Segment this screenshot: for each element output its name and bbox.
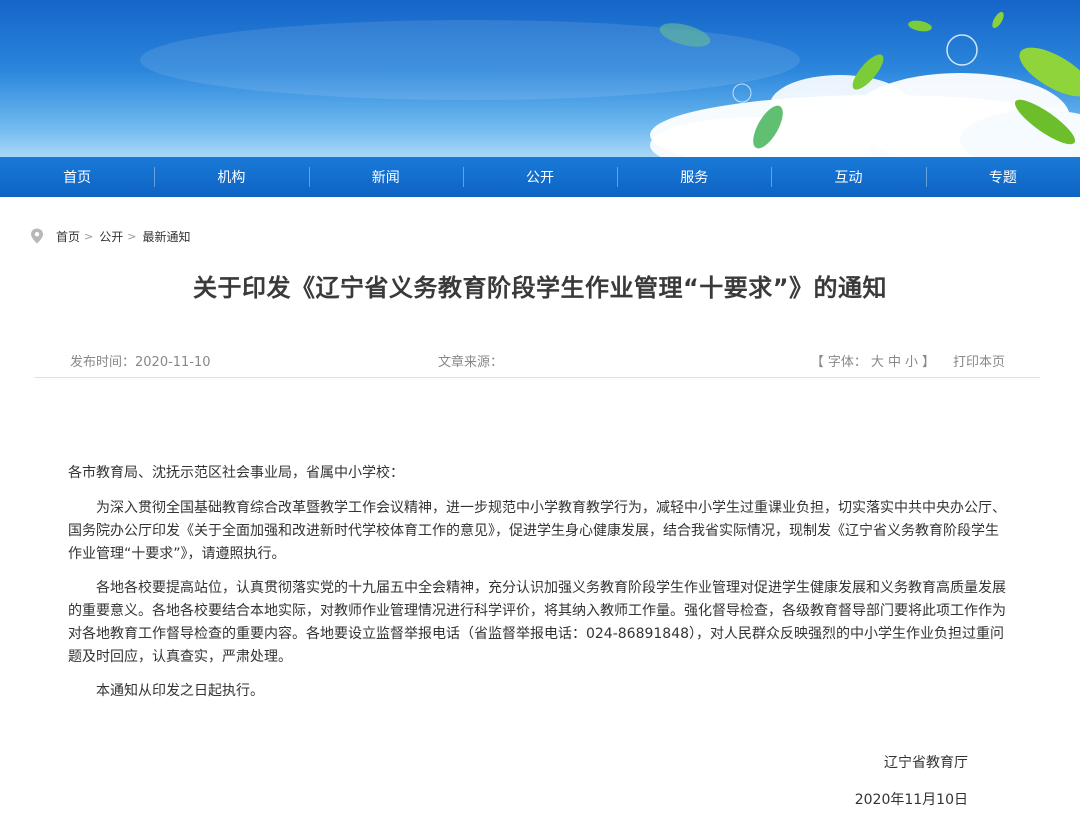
nav-item-service[interactable]: 服务 (617, 157, 771, 197)
font-size-large-button[interactable]: 大 (871, 351, 884, 370)
nav-item-interaction[interactable]: 互动 (771, 157, 925, 197)
nav-item-public[interactable]: 公开 (462, 157, 617, 197)
publish-time: 发布时间：2020-11-10 (70, 351, 211, 370)
page-tools: 【 字体： 大 中 小 】 打印本页 (807, 351, 1005, 370)
publish-label: 发布时间： (70, 355, 136, 370)
font-size-medium-button[interactable]: 中 (888, 351, 901, 370)
article-body: 各市教育局、沈抚示范区社会事业局，省属中小学校： 为深入贯彻全国基础教育综合改革… (68, 462, 1008, 714)
nav-item-home[interactable]: 首页 (0, 157, 154, 197)
breadcrumb-home-link[interactable]: 首页 (56, 228, 80, 245)
article-source: 文章来源： (438, 351, 503, 370)
font-size-small-button[interactable]: 小 (905, 351, 918, 370)
paragraph: 为深入贯彻全国基础教育综合改革暨教学工作会议精神，进一步规范中小学教育教学行为，… (68, 500, 1006, 562)
signature-date: 2020年11月10日 (854, 792, 968, 808)
header-banner (0, 0, 1080, 157)
print-page-button[interactable]: 打印本页 (953, 351, 1005, 370)
nav-item-organization[interactable]: 机构 (154, 157, 308, 197)
signature: 辽宁省教育厅 (884, 755, 968, 771)
font-size-label: 【 字体： (810, 355, 867, 370)
divider (34, 377, 1040, 378)
paragraph: 本通知从印发之日起执行。 (96, 683, 264, 699)
breadcrumb-separator: > (127, 229, 137, 243)
font-size-bracket: 】 (921, 355, 935, 370)
breadcrumb-public-link[interactable]: 公开 (99, 228, 123, 245)
nav-item-topics[interactable]: 专题 (925, 157, 1080, 197)
nav-item-news[interactable]: 新闻 (308, 157, 463, 197)
main-nav: 首页 机构 新闻 公开 服务 互动 专题 (0, 157, 1080, 197)
location-pin-icon (31, 228, 43, 244)
salutation: 各市教育局、沈抚示范区社会事业局，省属中小学校： (68, 465, 404, 481)
breadcrumb: 首页 > 公开 > 最新通知 (30, 226, 190, 246)
article-title: 关于印发《辽宁省义务教育阶段学生作业管理“十要求”》的通知 (192, 274, 888, 302)
source-label: 文章来源： (438, 355, 504, 370)
breadcrumb-separator: > (84, 229, 94, 243)
article-meta: 发布时间：2020-11-10 文章来源： 【 字体： 大 中 小 】 打印本页 (70, 351, 1010, 370)
publish-date: 2020-11-10 (135, 355, 211, 370)
breadcrumb-current-link[interactable]: 最新通知 (142, 228, 190, 245)
paragraph: 各地各校要提高站位，认真贯彻落实党的十九届五中全会精神，充分认识加强义务教育阶段… (68, 580, 1006, 665)
